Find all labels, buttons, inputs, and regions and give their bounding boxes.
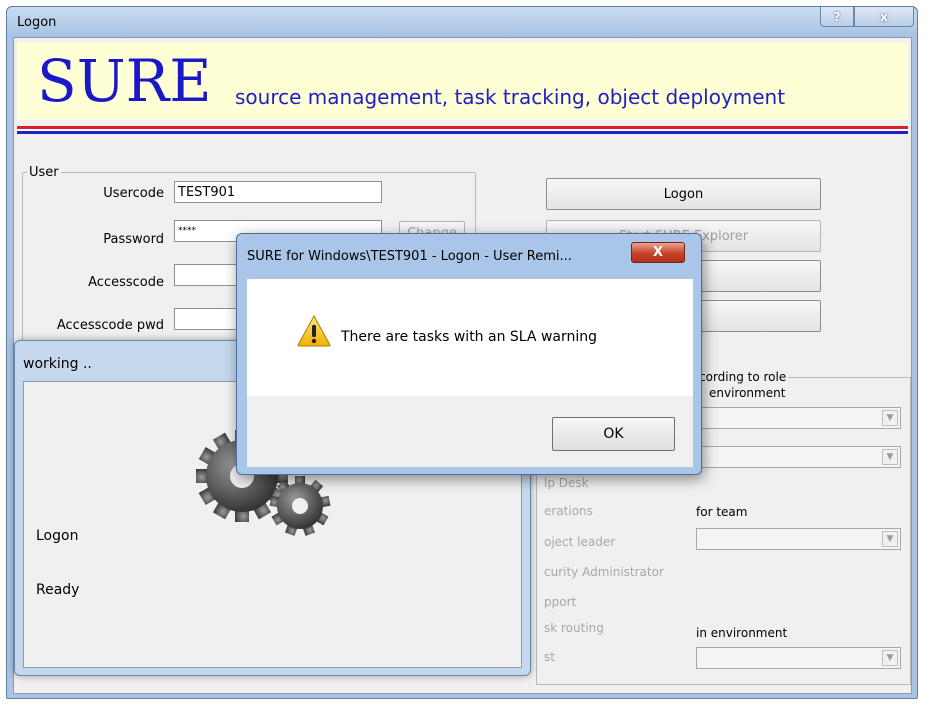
ok-button[interactable]: OK (552, 417, 675, 451)
environment-label: environment (709, 386, 786, 400)
sure-logo: SURE (37, 47, 212, 115)
role-item[interactable]: st (544, 650, 555, 664)
in-environment-select[interactable]: ▼ (696, 647, 901, 669)
chevron-down-icon: ▼ (882, 449, 898, 465)
divider-stripe-blue (17, 131, 908, 134)
role-item[interactable]: sk routing (544, 621, 604, 635)
help-button[interactable]: ? (820, 7, 854, 27)
in-environment-label: in environment (696, 626, 788, 640)
dialog-message: There are tasks with an SLA warning (341, 329, 598, 345)
password-label: Password (103, 232, 164, 247)
role-item[interactable]: lp Desk (544, 476, 589, 490)
close-button[interactable]: x (854, 7, 914, 27)
working-window-title: working .. (23, 356, 92, 372)
role-item[interactable]: oject leader (544, 535, 615, 549)
accesscode-pwd-label: Accesscode pwd (56, 318, 164, 333)
accesscode-label: Accesscode (88, 275, 164, 290)
title-bar[interactable]: Logon ? x (7, 7, 917, 37)
environment-select-1[interactable]: ▼ (696, 407, 901, 429)
usercode-label: Usercode (103, 186, 164, 201)
role-item[interactable]: erations (544, 504, 593, 518)
tagline: source management, task tracking, object… (235, 85, 786, 109)
dialog-body: There are tasks with an SLA warning (247, 279, 693, 396)
chevron-down-icon: ▼ (882, 410, 898, 426)
for-team-label: for team (696, 505, 748, 519)
role-group-legend: cording to role (699, 370, 787, 384)
usercode-input[interactable] (174, 181, 382, 203)
warning-icon (297, 315, 331, 347)
environment-select-2[interactable]: ▼ (696, 446, 901, 468)
working-status-label: Ready (36, 582, 80, 598)
dialog-title: SURE for Windows\TEST901 - Logon - User … (247, 249, 572, 264)
chevron-down-icon: ▼ (882, 650, 898, 666)
role-item[interactable]: pport (544, 595, 576, 609)
chevron-down-icon: ▼ (882, 531, 898, 547)
banner: SURE source management, task tracking, o… (17, 42, 908, 120)
dialog-close-button[interactable]: X (631, 242, 685, 263)
user-group-legend: User (29, 165, 59, 180)
working-step-label: Logon (36, 528, 79, 544)
window-title: Logon (17, 15, 57, 30)
role-item[interactable]: curity Administrator (544, 565, 664, 579)
message-dialog: SURE for Windows\TEST901 - Logon - User … (236, 233, 702, 475)
logon-button[interactable]: Logon (546, 178, 821, 210)
team-select[interactable]: ▼ (696, 528, 901, 550)
